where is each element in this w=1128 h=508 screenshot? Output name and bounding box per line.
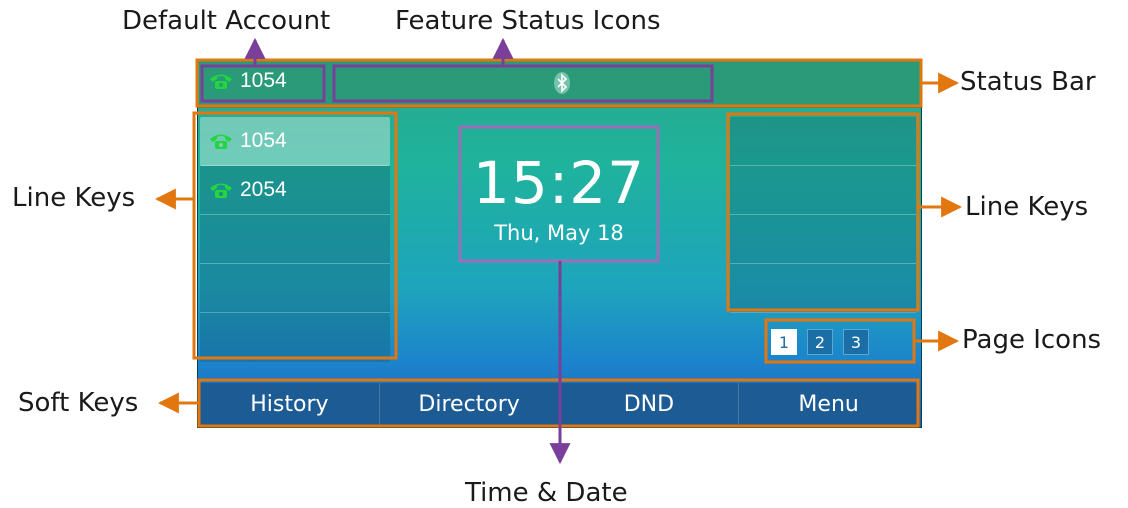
callout-time-date: Time & Date	[465, 478, 628, 508]
phone-icon	[210, 183, 232, 198]
default-account-label: 1054	[240, 69, 287, 92]
softkey-menu[interactable]: Menu	[739, 383, 918, 425]
page-icon-3[interactable]: 3	[843, 329, 869, 355]
callout-feature-status-icons: Feature Status Icons	[395, 6, 661, 36]
line-keys-left: 1054 2054	[200, 117, 390, 363]
callout-page-icons: Page Icons	[962, 325, 1102, 355]
page-icon-2[interactable]: 2	[807, 329, 833, 355]
phone-screen: 1054 1054 2054 15:27 Thu, May 18 1 2 3 H…	[197, 60, 922, 428]
line-key-right-2[interactable]	[730, 166, 916, 215]
clock-date: Thu, May 18	[494, 221, 624, 245]
default-account[interactable]: 1054	[208, 69, 287, 93]
line-key-4[interactable]	[200, 264, 390, 313]
status-bar: 1054	[198, 61, 921, 108]
line-key-1[interactable]: 1054	[200, 117, 390, 166]
line-key-label: 2054	[240, 178, 287, 201]
line-key-right-3[interactable]	[730, 215, 916, 264]
callout-line-keys-left: Line Keys	[12, 183, 136, 213]
callout-soft-keys: Soft Keys	[18, 388, 139, 418]
callout-line-keys-right: Line Keys	[965, 192, 1089, 222]
line-key-2[interactable]: 2054	[200, 166, 390, 215]
line-key-5[interactable]	[200, 313, 390, 362]
page-icons: 1 2 3	[771, 329, 869, 355]
soft-keys: History Directory DND Menu	[200, 383, 918, 425]
clock-time: 15:27	[472, 149, 646, 217]
callout-status-bar: Status Bar	[960, 67, 1096, 97]
line-key-right-4[interactable]	[730, 264, 916, 313]
line-key-label: 1054	[240, 129, 287, 152]
softkey-dnd[interactable]: DND	[560, 383, 740, 425]
time-date-display: 15:27 Thu, May 18	[461, 129, 657, 259]
softkey-history[interactable]: History	[200, 383, 380, 425]
softkey-directory[interactable]: Directory	[380, 383, 560, 425]
callout-default-account: Default Account	[122, 6, 331, 36]
phone-icon	[210, 134, 232, 149]
page-icon-1[interactable]: 1	[771, 329, 797, 355]
line-key-3[interactable]	[200, 215, 390, 264]
line-key-right-1[interactable]	[730, 117, 916, 166]
phone-icon	[210, 74, 232, 89]
line-keys-right	[730, 117, 916, 313]
bluetooth-icon	[554, 72, 570, 94]
